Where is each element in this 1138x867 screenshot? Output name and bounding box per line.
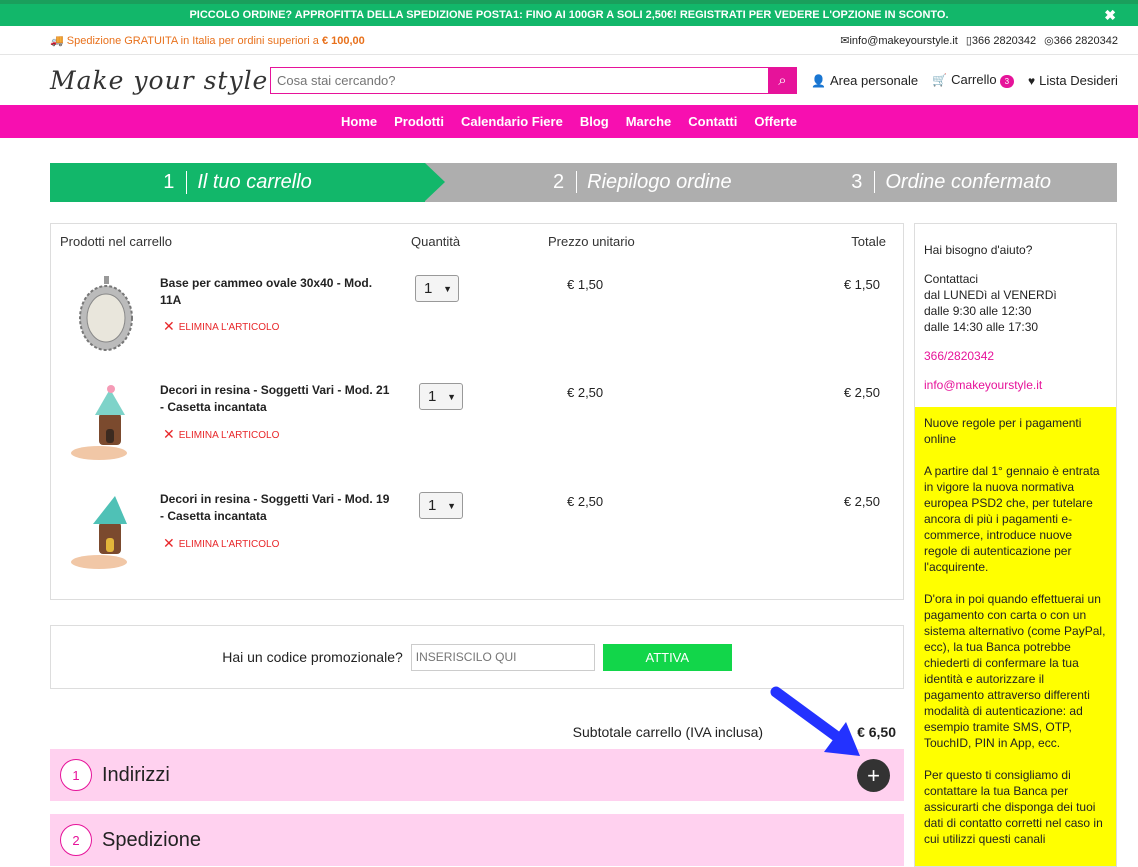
search-icon: ⌕ — [778, 71, 787, 89]
nav-blog[interactable]: Blog — [580, 114, 609, 129]
product-image[interactable] — [71, 274, 141, 354]
notice-title: Nuove regole per i pagamenti online — [924, 416, 1082, 446]
heart-icon: ♥ — [1028, 73, 1036, 88]
nav-prodotti[interactable]: Prodotti — [394, 114, 444, 129]
shipping-amount: € 100,00 — [321, 34, 365, 47]
promo-banner-text: PICCOLO ORDINE? APPROFITTA DELLA SPEDIZI… — [189, 9, 949, 21]
shipping-info: 🚚 Spedizione GRATUITA in Italia per ordi… — [50, 34, 365, 47]
cart-table: Prodotti nel carrello Quantità Prezzo un… — [50, 223, 904, 600]
step-summary: 2 Riepilogo ordine — [553, 171, 732, 193]
cart-icon: 🛒 — [932, 73, 948, 88]
search-input[interactable] — [270, 66, 768, 94]
chevron-down-icon: ▼ — [443, 283, 452, 294]
notice-paragraph: Per questo ti consigliamo di contattare … — [924, 768, 1103, 846]
checkout-steps: 1 Il tuo carrello 2 Riepilogo ordine 3 Ordi… — [50, 163, 1117, 202]
subtotal-label: Subtotale carrello (IVA inclusa) — [572, 724, 764, 740]
close-icon: ✕ — [163, 426, 175, 442]
close-icon: ✕ — [163, 318, 175, 334]
header-links: 👤 Area personale 🛒 Carrello 3 ♥ Lista Deside… — [811, 72, 1118, 88]
row-total: € 2,50 — [843, 494, 880, 509]
wishlist-link[interactable]: ♥ Lista Desideri — [1028, 73, 1118, 88]
nav-offerte[interactable]: Offerte — [754, 114, 797, 129]
quantity-select[interactable]: 1 ▼ — [419, 383, 463, 410]
help-title: Hai bisogno d'aiuto? — [924, 243, 1033, 257]
col-products: Prodotti nel carrello — [60, 234, 172, 249]
promo-banner: PICCOLO ORDINE? APPROFITTA DELLA SPEDIZI… — [0, 0, 1138, 26]
unit-price: € 2,50 — [567, 385, 604, 400]
product-image[interactable] — [71, 492, 141, 572]
product-name[interactable]: Base per cammeo ovale 30x40 - Mod. 11A — [160, 275, 390, 309]
delete-item-link[interactable]: ✕ ELIMINA L'ARTICOLO — [163, 318, 279, 335]
delete-item-link[interactable]: ✕ ELIMINA L'ARTICOLO — [163, 426, 279, 443]
accordion-title: Spedizione — [102, 828, 201, 851]
site-header: Make your style ⌕ 👤Area personale 🛒Carre… — [0, 55, 1138, 105]
chevron-down-icon: ▼ — [447, 391, 456, 402]
truck-icon: 🚚 — [50, 34, 64, 47]
phone-link[interactable]: ▯366 2820342 — [966, 34, 1036, 47]
cart-count-badge: 3 — [999, 74, 1015, 88]
whatsapp-link[interactable]: ◎366 2820342 — [1044, 34, 1118, 47]
quantity-select[interactable]: 1 ▼ — [415, 275, 459, 302]
col-unit: Prezzo unitario — [548, 234, 635, 249]
nav-contatti[interactable]: Contatti — [688, 114, 737, 129]
plus-icon[interactable]: + — [857, 759, 890, 792]
step-number: 1 — [60, 759, 92, 791]
header-contacts: ✉info@makeyourstyle.it ▯366 2820342 ◎366… — [840, 34, 1118, 47]
cart-row: Decori in resina - Soggetti Vari - Mod. … — [51, 377, 903, 477]
help-sidebar: Hai bisogno d'aiuto? Contattaci dal LUNE… — [914, 223, 1117, 867]
notice-paragraph: A partire dal 1° gennaio è entrata in vi… — [924, 464, 1100, 574]
whatsapp-icon: ◎ — [1044, 34, 1054, 47]
step-number: 2 — [60, 824, 92, 856]
row-total: € 1,50 — [843, 277, 880, 292]
unit-price: € 2,50 — [567, 494, 604, 509]
shipping-text: Spedizione GRATUITA in Italia per ordini… — [66, 34, 319, 47]
promo-code-box: Hai un codice promozionale? ATTIVA — [50, 625, 904, 689]
product-image[interactable] — [71, 383, 141, 463]
unit-price: € 1,50 — [567, 277, 604, 292]
notice-paragraph: D'ora in poi quando effettuerai un pagam… — [924, 592, 1106, 750]
col-qty: Quantità — [411, 234, 461, 249]
help-hours: Contattaci dal LUNEDì al VENERDì dalle 9… — [924, 272, 1057, 334]
product-name[interactable]: Decori in resina - Soggetti Vari - Mod. … — [160, 491, 390, 525]
search-button[interactable]: ⌕ — [768, 66, 797, 94]
cart-row: Decori in resina - Soggetti Vari - Mod. … — [51, 486, 903, 586]
accordion-shipping[interactable]: 2 Spedizione — [50, 814, 904, 866]
payment-notice: Nuove regole per i pagamenti online A pa… — [915, 407, 1116, 866]
main-nav: Home Prodotti Calendario Fiere Blog Marc… — [0, 105, 1138, 138]
row-total: € 2,50 — [843, 385, 880, 400]
nav-home[interactable]: Home — [341, 114, 377, 129]
email-link[interactable]: ✉info@makeyourstyle.it — [840, 34, 958, 47]
step-confirmed: 3 Ordine confermato — [851, 171, 1051, 193]
step-cart: 1 Il tuo carrello — [50, 163, 445, 202]
help-box: Hai bisogno d'aiuto? Contattaci dal LUNE… — [915, 224, 1116, 407]
nav-marche[interactable]: Marche — [626, 114, 672, 129]
nav-calendario-fiere[interactable]: Calendario Fiere — [461, 114, 563, 129]
help-phone-link[interactable]: 366/2820342 — [924, 348, 1107, 364]
delete-item-link[interactable]: ✕ ELIMINA L'ARTICOLO — [163, 535, 279, 552]
cart-row: Base per cammeo ovale 30x40 - Mod. 11A ✕… — [51, 269, 903, 369]
info-bar: 🚚 Spedizione GRATUITA in Italia per ordi… — [0, 26, 1138, 55]
col-total: Totale — [851, 234, 886, 249]
product-name[interactable]: Decori in resina - Soggetti Vari - Mod. … — [160, 382, 390, 416]
quantity-select[interactable]: 1 ▼ — [419, 492, 463, 519]
help-email-link[interactable]: info@makeyourstyle.it — [924, 377, 1107, 393]
step-summary-confirm: 2 Riepilogo ordine 3 Ordine confermato — [425, 163, 1117, 202]
activate-button[interactable]: ATTIVA — [602, 643, 732, 671]
close-icon: ✕ — [163, 535, 175, 551]
cart-link[interactable]: 🛒 Carrello 3 — [932, 72, 1015, 88]
promo-code-input[interactable] — [410, 643, 595, 671]
user-icon: 👤 — [811, 73, 826, 88]
promo-label: Hai un codice promozionale? — [222, 649, 403, 665]
accordion-title: Indirizzi — [102, 763, 170, 786]
chevron-down-icon: ▼ — [447, 500, 456, 511]
site-logo[interactable]: Make your style — [50, 66, 270, 95]
close-icon[interactable]: ✖ — [1104, 7, 1116, 24]
arrow-icon — [770, 686, 860, 756]
search-form: ⌕ — [270, 66, 797, 94]
account-link[interactable]: 👤 Area personale — [811, 73, 918, 88]
